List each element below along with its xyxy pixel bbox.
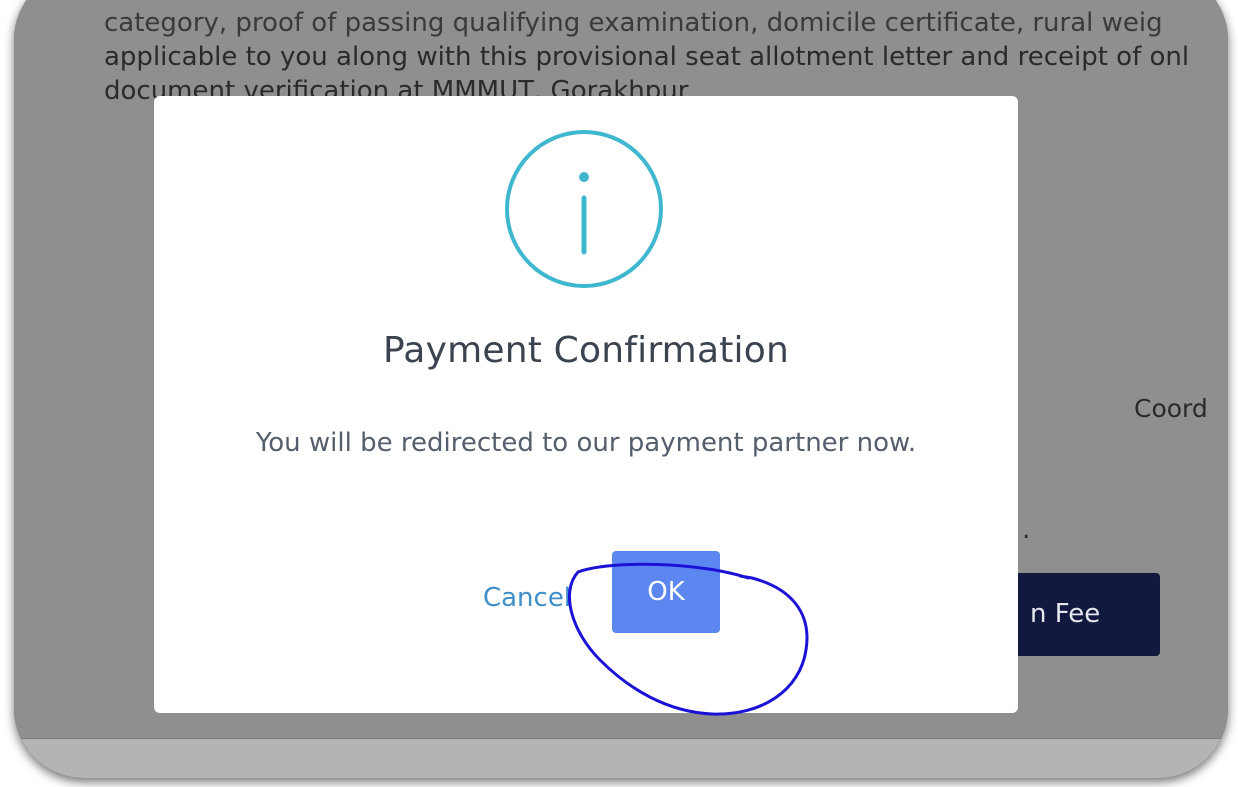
dialog-message: You will be redirected to our payment pa…: [255, 428, 917, 458]
background-coordinator-text: Coord: [1134, 394, 1208, 423]
cancel-button[interactable]: Cancel: [472, 573, 582, 623]
background-period: .: [1022, 515, 1031, 545]
background-line: category, proof of passing qualifying ex…: [104, 8, 1163, 38]
payment-confirmation-dialog: Payment Confirmation You will be redirec…: [154, 96, 1018, 713]
background-instructions-text: category, proof of passing qualifying ex…: [104, 6, 1228, 108]
dialog-title: Payment Confirmation: [383, 330, 789, 371]
bottom-strip: [14, 738, 1228, 778]
info-icon: [505, 130, 663, 288]
background-line: applicable to you along with this provis…: [104, 42, 1190, 72]
ok-button[interactable]: OK: [612, 551, 720, 633]
screenshot-frame: category, proof of passing qualifying ex…: [14, 0, 1228, 778]
